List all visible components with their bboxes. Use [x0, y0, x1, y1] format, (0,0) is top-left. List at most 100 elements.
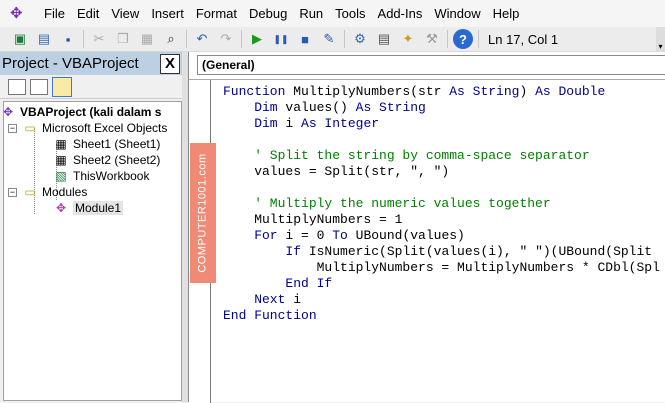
- keyword-token: Function: [223, 84, 294, 99]
- toolbar-divider: [186, 30, 187, 48]
- project-tree: −✥VBAProject (kali dalam s−▭Microsoft Ex…: [3, 101, 182, 401]
- tree-item-label: ThisWorkbook: [73, 169, 150, 183]
- code-token: i = 0: [285, 228, 333, 243]
- code-line: MultiplyNumbers = 1: [223, 212, 660, 228]
- insert-userform-icon[interactable]: ▤: [34, 29, 54, 49]
- comment-token: ' Multiply the numeric values together: [223, 196, 551, 211]
- keyword-token: Next: [223, 292, 294, 307]
- menu-edit[interactable]: Edit: [71, 6, 105, 21]
- keyword-token: As Double: [535, 84, 606, 99]
- project-explorer-panel: Project - VBAProject X − ✥ VBAProject (kal…: [0, 52, 182, 402]
- code-token: i: [285, 116, 302, 131]
- design-mode-icon[interactable]: ✎: [319, 29, 339, 49]
- find-icon[interactable]: ⌕: [161, 29, 181, 49]
- object-browser-icon[interactable]: ✦: [398, 29, 418, 49]
- tree-item-label: Sheet2 (Sheet2): [73, 153, 161, 167]
- view-object-button[interactable]: [30, 78, 48, 95]
- run-icon[interactable]: ▶: [247, 29, 267, 49]
- comment-token: ' Split the string by comma-space separa…: [223, 148, 590, 163]
- keyword-token: End Function: [223, 308, 317, 323]
- redo-icon[interactable]: ↷: [216, 29, 236, 49]
- toolbar-divider: [83, 30, 84, 48]
- menu-run[interactable]: Run: [293, 6, 329, 21]
- code-token: MultiplyNumbers = MultiplyNumbers * CDbl…: [223, 260, 660, 275]
- code-window: (General) Function MultiplyNumbers(str A…: [188, 52, 665, 403]
- code-token: values = Split(str, ", "): [223, 164, 450, 179]
- code-line: values = Split(str, ", "): [223, 164, 660, 180]
- collapse-toggle[interactable]: −: [8, 187, 17, 197]
- help-icon[interactable]: ?: [453, 29, 473, 49]
- menu-tools[interactable]: Tools: [329, 6, 371, 21]
- menu-file[interactable]: File: [38, 6, 71, 21]
- code-line: Dim i As Integer: [223, 116, 660, 132]
- toolbar-divider: [241, 30, 242, 48]
- view-code-button[interactable]: [8, 78, 26, 95]
- tree-item[interactable]: − ▭ Microsoft Excel Objects: [8, 120, 167, 136]
- keyword-token: As Integer: [301, 116, 380, 131]
- tree-item[interactable]: −✥VBAProject (kali dalam s: [4, 104, 162, 120]
- code-line: ' Split the string by comma-space separa…: [223, 148, 660, 164]
- project-explorer-title: Project - VBAProject X: [0, 52, 182, 75]
- menu-format[interactable]: Format: [190, 6, 243, 21]
- code-line: For i = 0 To UBound(values): [223, 228, 660, 244]
- toolbar-divider: [447, 30, 448, 48]
- excel-icon[interactable]: ▣: [10, 29, 30, 49]
- tree-item-label: VBAProject (kali dalam s: [20, 105, 162, 119]
- tree-item[interactable]: ▧ ThisWorkbook: [52, 168, 149, 184]
- tree-item[interactable]: ▦ Sheet1 (Sheet1): [52, 136, 160, 152]
- standard-toolbar: ▣ ▤ ▪ ✂ ❐ ▦ ⌕ ↶ ↷ ▶ ❚❚ ■ ✎ ⚙ ▤ ✦ ⚒? Ln 17, Col 1: [0, 27, 665, 52]
- project-explorer-icon[interactable]: ⚙: [350, 29, 370, 49]
- toolbar-divider: [344, 30, 345, 48]
- tree-item[interactable]: ✥ Module1: [52, 200, 124, 216]
- toolbox-icon[interactable]: ⚒: [422, 29, 442, 49]
- object-dropdown[interactable]: (General): [197, 55, 665, 75]
- code-line: End If: [223, 276, 660, 292]
- toggle-folders-button[interactable]: [52, 76, 72, 97]
- workbook-icon: ▧: [55, 169, 67, 183]
- code-token: IsNumeric(Split(values(i), " ")(UBound(S…: [308, 244, 653, 259]
- properties-icon[interactable]: ▤: [374, 29, 394, 49]
- panel-title: Project - VBAProject: [2, 55, 139, 72]
- code-token: ): [519, 84, 536, 99]
- reset-icon[interactable]: ■: [295, 29, 315, 49]
- close-panel-button[interactable]: X: [160, 53, 180, 74]
- sheet-icon: ▦: [55, 137, 67, 151]
- menu-view[interactable]: View: [105, 6, 145, 21]
- watermark: COMPUTER1001.com: [190, 143, 216, 283]
- tree-item[interactable]: − ▭ Modules: [8, 184, 87, 200]
- code-line: If IsNumeric(Split(values(i), " ")(UBoun…: [223, 244, 660, 260]
- menu-addins[interactable]: Add-Ins: [372, 6, 429, 21]
- menu-debug[interactable]: Debug: [243, 6, 293, 21]
- undo-icon[interactable]: ↶: [192, 29, 212, 49]
- project-explorer-toolbar: [0, 75, 182, 99]
- code-line: Function MultiplyNumbers(str As String) …: [223, 84, 660, 100]
- code-token: i: [293, 292, 302, 307]
- menu-bar: ✥ File Edit View Insert Format Debug Run Tools A…: [0, 0, 665, 27]
- tree-item-label: Microsoft Excel Objects: [42, 121, 168, 135]
- code-token: MultiplyNumbers = 1: [223, 212, 403, 227]
- save-icon[interactable]: ▪: [58, 29, 78, 49]
- menu-help[interactable]: Help: [487, 6, 526, 21]
- tree-item-label: Sheet1 (Sheet1): [73, 137, 161, 151]
- vba-logo-icon: ✥: [10, 4, 23, 22]
- code-line: Dim values() As String: [223, 100, 660, 116]
- tree-item[interactable]: ▦ Sheet2 (Sheet2): [52, 152, 160, 168]
- cut-icon[interactable]: ✂: [89, 29, 109, 49]
- break-icon[interactable]: ❚❚: [271, 29, 291, 49]
- code-editor[interactable]: Function MultiplyNumbers(str As String) …: [189, 79, 665, 403]
- folder-icon: ▭: [24, 185, 36, 199]
- keyword-token: End If: [223, 276, 333, 291]
- code-line: MultiplyNumbers = MultiplyNumbers * CDbl…: [223, 260, 660, 276]
- toolbar-options-button[interactable]: ▾: [656, 27, 665, 52]
- paste-icon[interactable]: ▦: [137, 29, 157, 49]
- menu-insert[interactable]: Insert: [145, 6, 190, 21]
- menu-window[interactable]: Window: [428, 6, 486, 21]
- code-token: MultiplyNumbers(str: [293, 84, 450, 99]
- code-line: Next i: [223, 292, 660, 308]
- keyword-token: For: [223, 228, 286, 243]
- code-token: values(): [285, 100, 356, 115]
- copy-icon[interactable]: ❐: [113, 29, 133, 49]
- keyword-token: Dim: [223, 116, 286, 131]
- tree-item-label: Module1: [73, 201, 124, 215]
- collapse-toggle[interactable]: −: [8, 123, 17, 133]
